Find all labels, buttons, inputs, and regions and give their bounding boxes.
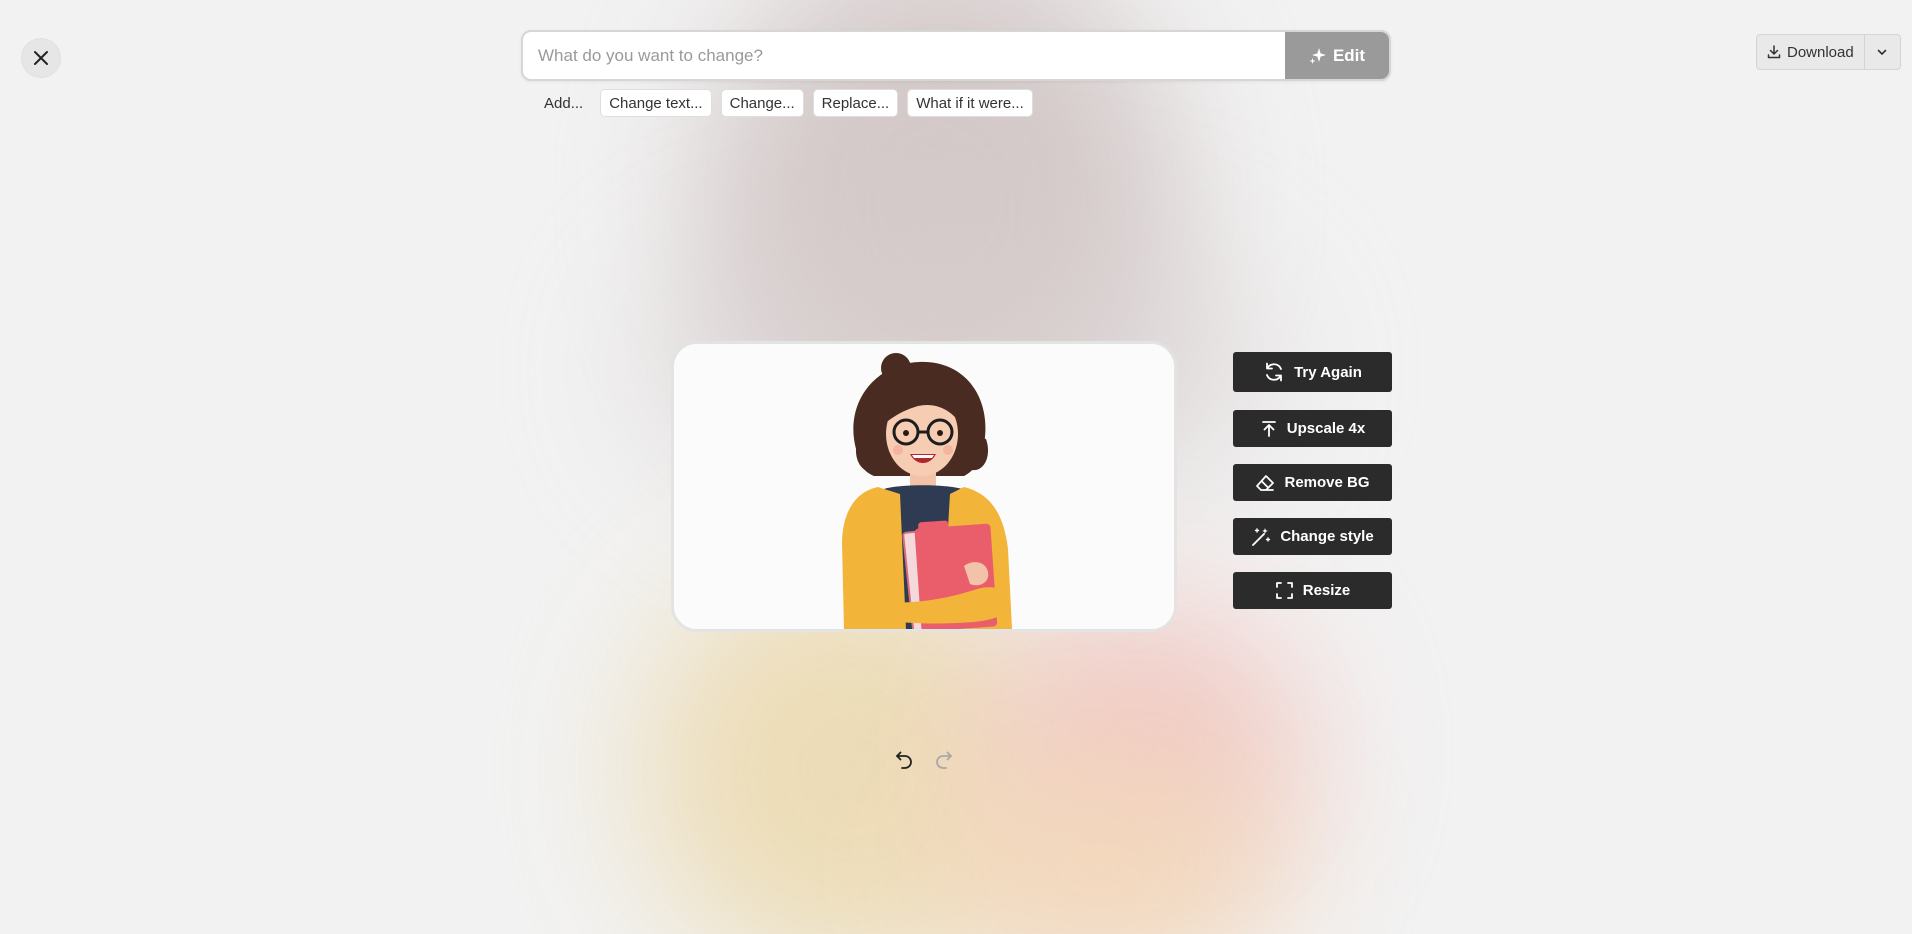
download-button[interactable]: Download [1757, 35, 1864, 69]
suggestion-chips: Add... Change text... Change... Replace.… [536, 89, 1033, 117]
magic-wand-icon [1252, 527, 1271, 546]
redo-icon [936, 751, 952, 769]
upscale-label: Upscale 4x [1286, 420, 1366, 437]
resize-label: Resize [1302, 582, 1351, 599]
change-style-label: Change style [1280, 528, 1374, 545]
suggestion-change[interactable]: Change... [720, 89, 804, 117]
image-preview[interactable] [671, 341, 1177, 632]
upscale-button[interactable]: Upscale 4x [1233, 410, 1392, 447]
edit-button-label: Edit [1332, 45, 1366, 65]
remove-bg-label: Remove BG [1284, 474, 1370, 491]
upscale-icon [1261, 420, 1276, 437]
sparkle-icon [1309, 47, 1326, 64]
suggestion-change-text[interactable]: Change text... [600, 89, 712, 117]
edit-button[interactable]: Edit [1285, 32, 1389, 79]
suggestion-replace[interactable]: Replace... [812, 89, 899, 117]
change-style-button[interactable]: Change style [1233, 518, 1392, 555]
close-button[interactable] [21, 38, 61, 78]
undo-icon [896, 751, 912, 769]
woman-illustration [674, 344, 1174, 629]
resize-button[interactable]: Resize [1233, 572, 1392, 609]
suggestion-what-if[interactable]: What if it were... [907, 89, 1033, 117]
try-again-label: Try Again [1294, 363, 1362, 381]
prompt-input[interactable] [523, 32, 1285, 79]
editor-page: Edit Add... Change text... Change... Rep… [0, 0, 1912, 934]
try-again-button[interactable]: Try Again [1233, 352, 1392, 392]
close-icon [34, 51, 48, 65]
redo-button[interactable] [932, 748, 958, 772]
chevron-down-icon [1877, 49, 1887, 55]
download-group: Download [1756, 34, 1901, 70]
prompt-bar: Edit [521, 30, 1391, 81]
remove-bg-button[interactable]: Remove BG [1233, 464, 1392, 501]
eraser-icon [1256, 474, 1275, 491]
download-label: Download [1787, 43, 1854, 61]
resize-frame-icon [1275, 582, 1293, 599]
undo-button[interactable] [890, 748, 916, 772]
download-options-button[interactable] [1863, 35, 1900, 69]
refresh-icon [1266, 362, 1282, 382]
suggestion-add[interactable]: Add... [536, 89, 591, 117]
download-icon [1767, 45, 1781, 59]
